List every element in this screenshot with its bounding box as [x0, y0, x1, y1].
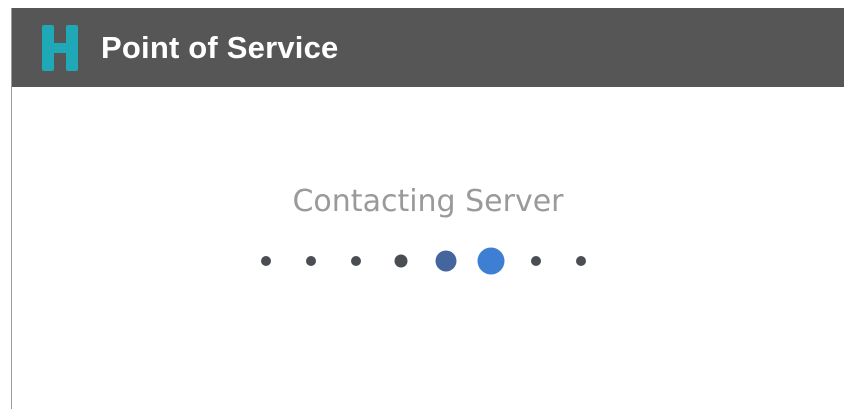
loading-dot: [394, 254, 408, 268]
loading-dot: [477, 247, 505, 275]
loading-dot: [435, 250, 457, 272]
status-message: Contacting Server: [292, 184, 564, 219]
app-window: Point of Service Contacting Server: [11, 8, 844, 409]
loading-dot: [261, 256, 271, 266]
loading-indicator: [12, 246, 844, 276]
h-logo-icon: [42, 24, 80, 71]
page: Point of Service Contacting Server: [0, 0, 844, 409]
app-title: Point of Service: [101, 29, 339, 65]
title-bar: Point of Service: [12, 8, 844, 87]
loading-dot: [351, 256, 361, 266]
loading-dot: [576, 256, 586, 266]
loading-dot: [531, 256, 541, 266]
loading-dot: [306, 256, 316, 266]
